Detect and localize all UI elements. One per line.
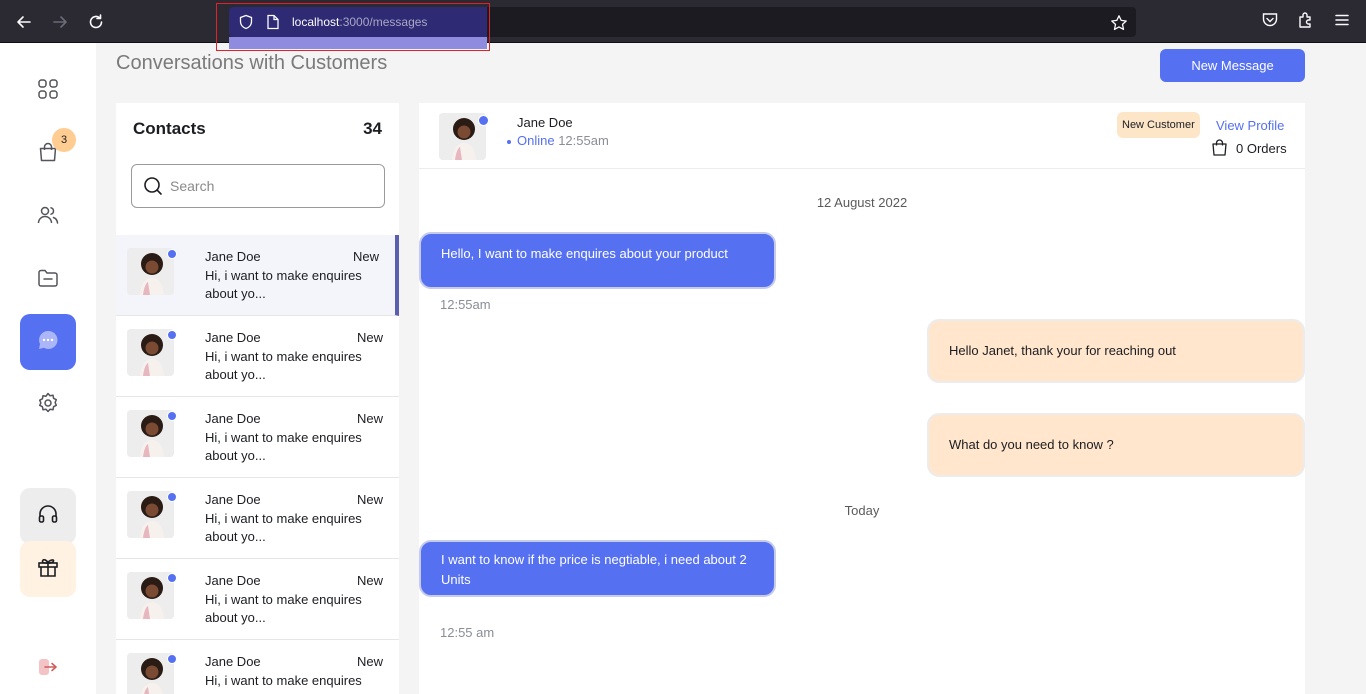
pocket-icon[interactable]	[1261, 11, 1279, 34]
status-dot	[507, 139, 511, 144]
status-time: 12:55am	[558, 133, 609, 148]
bookmark-star-icon[interactable]	[1110, 14, 1128, 37]
dashboard-nav-button[interactable]	[20, 63, 76, 119]
contact-list: Jane Doe New Hi, i want to make enquires…	[116, 235, 399, 694]
contact-name: Jane Doe	[205, 573, 261, 588]
dashboard-icon	[36, 77, 60, 106]
cart-count-badge: 3	[52, 128, 76, 152]
chat-bubble-icon	[36, 328, 60, 357]
message-time: 12:55 am	[440, 625, 495, 640]
contacts-title: Contacts	[133, 119, 206, 138]
contact-preview: Hi, i want to make enquires	[205, 673, 362, 688]
reload-icon[interactable]	[85, 11, 107, 33]
browser-toolbar: localhost:3000/messages	[0, 0, 1366, 51]
contacts-panel: Contacts 34 Jane Doe New Hi, i want to m…	[116, 103, 399, 694]
search-icon	[143, 176, 163, 201]
online-indicator	[167, 573, 177, 583]
menu-icon[interactable]	[1333, 11, 1351, 34]
customers-nav-button[interactable]	[20, 189, 76, 245]
back-icon[interactable]	[13, 11, 35, 33]
contact-preview: Hi, i want to make enquires about yo...	[205, 430, 362, 463]
chat-contact-name: Jane Doe	[517, 115, 573, 130]
contact-item[interactable]: Jane Doe New Hi, i want to make enquires…	[116, 478, 399, 559]
incoming-message: Hello, I want to make enquires about you…	[419, 232, 776, 289]
gear-icon	[36, 391, 60, 420]
contact-item[interactable]: Jane Doe New Hi, i want to make enquires…	[116, 397, 399, 478]
inventory-nav-button[interactable]	[20, 252, 76, 308]
contact-tag: New	[356, 492, 383, 507]
outgoing-message: What do you need to know ?	[927, 413, 1305, 477]
side-navigation: 3	[0, 43, 96, 694]
gift-icon	[36, 555, 60, 584]
headphones-icon	[36, 502, 60, 531]
page-title: Conversations with Customers	[116, 52, 388, 74]
shopping-bag-icon	[1211, 138, 1228, 159]
contact-item[interactable]: Jane Doe New Hi, i want to make enquires	[116, 640, 399, 694]
online-indicator	[167, 654, 177, 664]
status-online: Online	[517, 133, 555, 148]
contact-name: Jane Doe	[205, 249, 261, 264]
contact-preview: Hi, i want to make enquires about yo...	[205, 268, 362, 301]
folder-icon	[36, 266, 60, 295]
online-indicator	[167, 249, 177, 259]
view-profile-link[interactable]: View Profile	[1216, 118, 1284, 133]
online-indicator	[167, 330, 177, 340]
contact-item[interactable]: Jane Doe New Hi, i want to make enquires…	[116, 316, 399, 397]
conversations-nav-button[interactable]	[20, 314, 76, 370]
contact-tag: New	[356, 330, 383, 345]
new-customer-badge: New Customer	[1117, 112, 1200, 138]
contacts-count: 34	[363, 119, 382, 138]
date-separator: 12 August 2022	[816, 195, 908, 210]
outgoing-message: Hello Janet, thank your for reaching out	[927, 319, 1305, 383]
contact-name: Jane Doe	[205, 492, 261, 507]
logout-icon	[36, 655, 60, 684]
incoming-message: I want to know if the price is negtiable…	[419, 540, 776, 597]
contact-name: Jane Doe	[205, 654, 261, 669]
chat-header: Jane Doe Online 12:55am New Customer Vie…	[419, 103, 1305, 169]
online-indicator	[167, 411, 177, 421]
highlight-frame	[216, 3, 490, 51]
contact-preview: Hi, i want to make enquires about yo...	[205, 349, 362, 382]
online-indicator	[167, 492, 177, 502]
contact-item[interactable]: Jane Doe New Hi, i want to make enquires…	[116, 235, 399, 316]
extensions-icon[interactable]	[1297, 11, 1315, 34]
contact-name: Jane Doe	[205, 330, 261, 345]
contact-tag: New	[356, 573, 383, 588]
contact-preview: Hi, i want to make enquires about yo...	[205, 592, 362, 625]
contact-preview: Hi, i want to make enquires about yo...	[205, 511, 362, 544]
contact-item[interactable]: Jane Doe New Hi, i want to make enquires…	[116, 559, 399, 640]
new-message-button[interactable]: New Message	[1160, 49, 1305, 82]
contact-tag: New	[352, 249, 379, 264]
chat-panel: Jane Doe Online 12:55am New Customer Vie…	[419, 103, 1305, 694]
contact-tag: New	[356, 654, 383, 669]
orders-summary: 0 Orders	[1211, 138, 1287, 159]
date-separator: Today	[844, 503, 880, 518]
settings-nav-button[interactable]	[20, 377, 76, 433]
search-input[interactable]	[170, 176, 370, 196]
search-field[interactable]	[131, 164, 385, 208]
message-time: 12:55am	[440, 297, 491, 312]
logout-nav-button[interactable]	[20, 641, 76, 694]
contact-tag: New	[356, 411, 383, 426]
contact-name: Jane Doe	[205, 411, 261, 426]
chat-status: Online 12:55am	[507, 133, 609, 148]
users-icon	[36, 203, 60, 232]
forward-icon[interactable]	[49, 11, 71, 33]
orders-count: 0 Orders	[1236, 141, 1287, 156]
online-indicator	[478, 115, 489, 126]
support-nav-button[interactable]	[20, 488, 76, 544]
gift-nav-button[interactable]	[20, 541, 76, 597]
